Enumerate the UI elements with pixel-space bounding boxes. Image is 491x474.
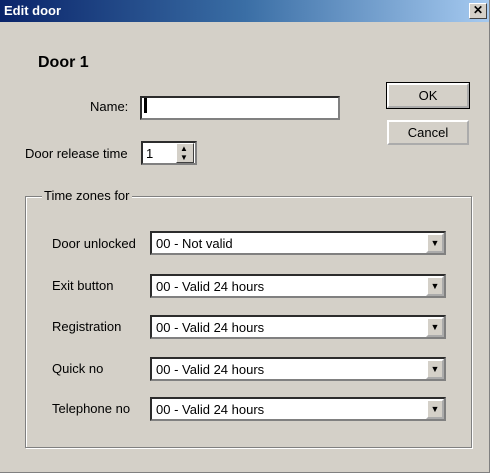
registration-value: 00 - Valid 24 hours [156, 320, 265, 335]
chevron-down-icon[interactable]: ▼ [426, 359, 444, 379]
exit-button-label: Exit button [52, 278, 114, 293]
close-button[interactable]: ✕ [469, 3, 487, 19]
title-bar[interactable]: Edit door ✕ [0, 0, 489, 22]
telephone-no-select[interactable]: 00 - Valid 24 hours ▼ [150, 397, 446, 421]
chevron-down-icon[interactable]: ▼ [426, 399, 444, 419]
window-title: Edit door [4, 3, 62, 18]
chevron-down-icon[interactable]: ▼ [426, 317, 444, 337]
chevron-down-icon[interactable]: ▼ [426, 233, 444, 253]
chevron-down-icon[interactable]: ▼ [426, 276, 444, 296]
edit-door-dialog: Edit door ✕ Door 1 Name: Door release ti… [0, 0, 490, 473]
text-caret [144, 98, 147, 113]
door-unlocked-select[interactable]: 00 - Not valid ▼ [150, 231, 446, 255]
close-icon: ✕ [472, 3, 484, 17]
spin-up-icon[interactable]: ▲ [180, 145, 188, 153]
cancel-button[interactable]: Cancel [387, 120, 469, 145]
name-label: Name: [90, 99, 129, 114]
quick-no-label: Quick no [52, 361, 104, 376]
exit-button-value: 00 - Valid 24 hours [156, 279, 265, 294]
exit-button-select[interactable]: 00 - Valid 24 hours ▼ [150, 274, 446, 298]
telephone-no-value: 00 - Valid 24 hours [156, 402, 265, 417]
release-time-stepper[interactable]: ▲ ▼ [176, 143, 194, 163]
registration-label: Registration [52, 319, 122, 334]
ok-button[interactable]: OK [386, 82, 470, 109]
door-unlocked-label: Door unlocked [52, 236, 136, 251]
door-unlocked-value: 00 - Not valid [156, 236, 233, 251]
telephone-no-label: Telephone no [52, 401, 131, 416]
quick-no-value: 00 - Valid 24 hours [156, 362, 265, 377]
spin-down-icon[interactable]: ▼ [180, 154, 188, 162]
registration-select[interactable]: 00 - Valid 24 hours ▼ [150, 315, 446, 339]
door-heading: Door 1 [38, 54, 89, 71]
quick-no-select[interactable]: 00 - Valid 24 hours ▼ [150, 357, 446, 381]
release-time-label: Door release time [25, 146, 128, 161]
time-zones-legend: Time zones for [42, 188, 132, 203]
name-field[interactable] [140, 96, 340, 120]
